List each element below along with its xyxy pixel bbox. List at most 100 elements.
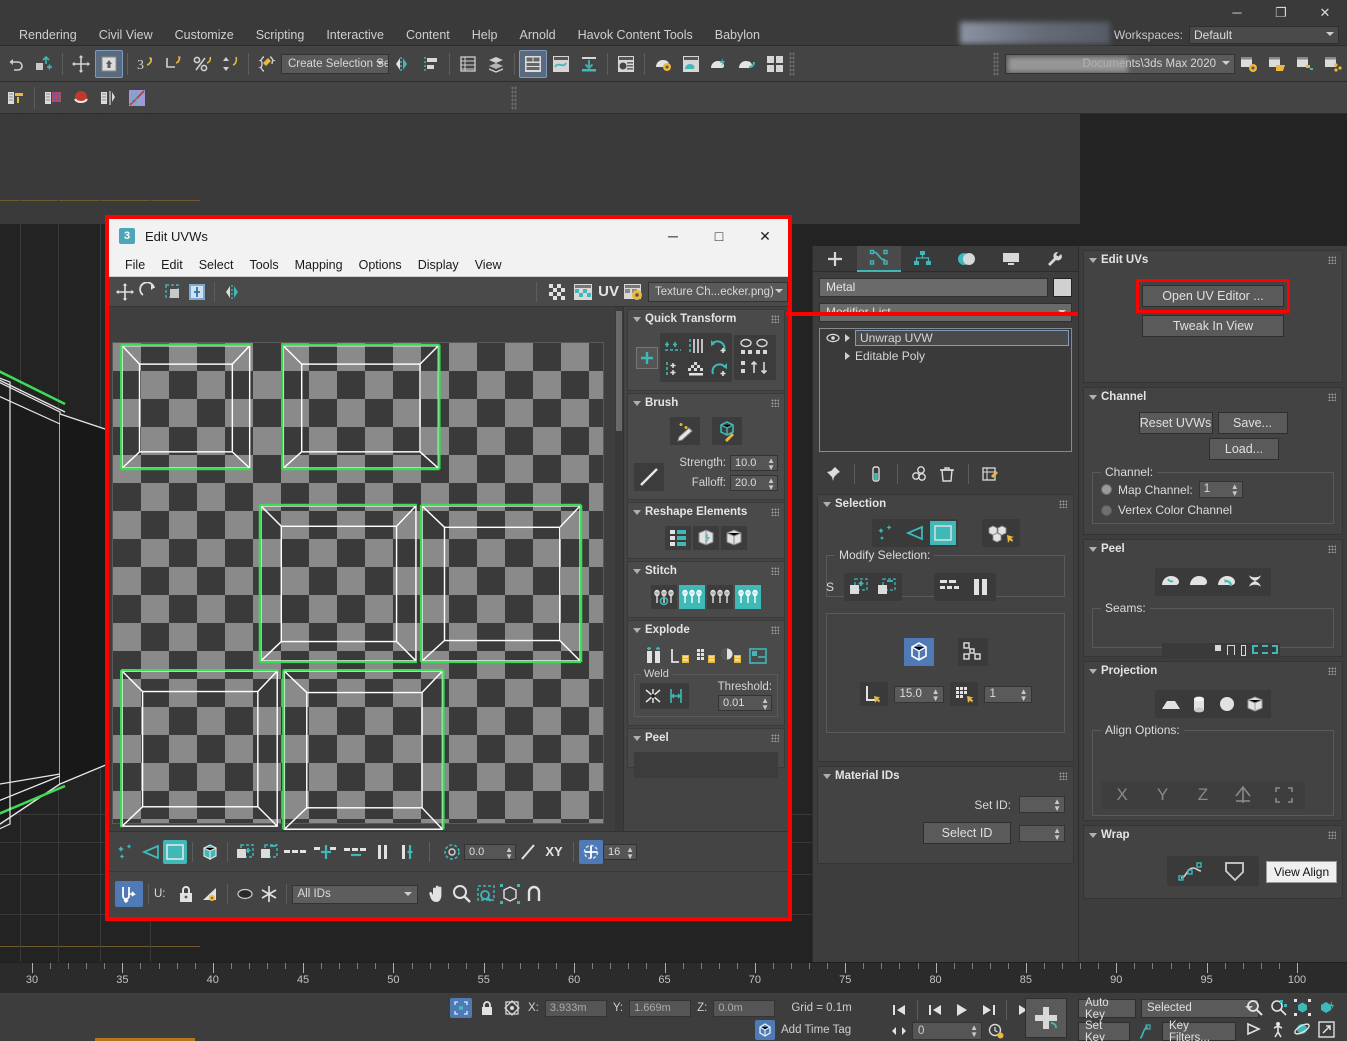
save-button[interactable]: Save... (1218, 412, 1288, 434)
visibility-eye-icon[interactable] (826, 333, 840, 343)
menu-content[interactable]: Content (395, 24, 461, 46)
scene-explorer-icon[interactable] (482, 50, 510, 78)
map-channel-radio[interactable] (1101, 484, 1112, 495)
qt-align-h2-icon[interactable] (662, 358, 684, 380)
qt-center-icon[interactable] (636, 347, 658, 369)
slash-tool-icon[interactable] (516, 840, 540, 864)
stitch-source-icon[interactable] (707, 585, 733, 609)
qt-align-v-icon[interactable] (685, 335, 707, 357)
undo-icon[interactable] (2, 50, 30, 78)
loop-uv-icon[interactable] (281, 840, 311, 864)
qt-rotate-ccw-icon[interactable] (708, 335, 730, 357)
relax-quick-icon[interactable] (693, 526, 719, 550)
stitch-selected-icon[interactable] (679, 585, 705, 609)
toolbar-grip[interactable] (511, 86, 517, 110)
uvw-menu-display[interactable]: Display (410, 253, 467, 277)
render-production-icon[interactable] (705, 50, 733, 78)
key-tangent-icon[interactable] (1135, 1022, 1157, 1041)
select-and-link-icon[interactable] (30, 50, 58, 78)
rollout-brush[interactable]: Brush (627, 393, 785, 500)
toolbar-grip[interactable] (993, 52, 999, 76)
rotate-tool-icon[interactable] (137, 280, 161, 304)
threshold-spinner[interactable]: 0.01 ▲▼ (718, 695, 772, 711)
face-subobject-icon[interactable] (163, 840, 187, 864)
percent-snap-icon[interactable] (188, 50, 216, 78)
zoom-viewport-icon[interactable] (1243, 997, 1265, 1017)
measure-tape-icon[interactable] (2, 84, 30, 112)
pin-stack-icon[interactable] (821, 462, 845, 486)
mirror-material-icon[interactable] (95, 84, 123, 112)
freeform-mode-icon[interactable] (161, 280, 185, 304)
align-icon[interactable] (417, 50, 445, 78)
align-x-button[interactable]: X (1109, 783, 1135, 807)
stitch-custom-icon[interactable] (651, 585, 677, 609)
menu-havok-content-tools[interactable]: Havok Content Tools (567, 24, 704, 46)
x-coordinate-field[interactable]: 3.933m (545, 1000, 607, 1017)
qt-align-h-icon[interactable] (662, 335, 684, 357)
qt-rotate-cw-icon[interactable] (708, 358, 730, 380)
rollout-header[interactable]: Quick Transform (628, 310, 784, 328)
rollout-projection[interactable]: Projection (1083, 661, 1343, 821)
rollout-selection[interactable]: Selection (817, 494, 1074, 762)
new-project-icon[interactable] (1291, 50, 1319, 78)
zoom-icon[interactable] (450, 882, 474, 906)
tab-modify[interactable] (857, 246, 901, 272)
modifier-stack-item-unwrap-uvw[interactable]: Unwrap UVW (820, 329, 1071, 347)
break-angle-icon[interactable] (668, 644, 693, 668)
map-options-icon[interactable] (622, 280, 646, 304)
y-coordinate-field[interactable]: 1.669m (629, 1000, 691, 1017)
spline-wrap-icon[interactable] (1176, 858, 1206, 884)
import-icon[interactable] (575, 50, 603, 78)
tab-hierarchy[interactable] (901, 246, 945, 272)
select-rotate-icon[interactable]: 3 (132, 50, 160, 78)
face-mode-icon[interactable] (930, 521, 956, 545)
straighten-icon[interactable] (665, 526, 691, 550)
align-z-button[interactable]: Z (1190, 783, 1216, 807)
paint-move-brush-icon[interactable] (670, 417, 700, 445)
auto-key-button[interactable]: Auto Key (1078, 999, 1136, 1018)
vertex-mode-icon[interactable] (874, 521, 900, 545)
weld-threshold-icon[interactable] (665, 685, 687, 707)
best-align-icon[interactable] (1230, 783, 1256, 807)
rollout-reshape-elements[interactable]: Reshape Elements (627, 502, 785, 559)
seam-edge-icon[interactable] (1227, 645, 1235, 655)
qt-flip-v-icon[interactable] (736, 358, 774, 378)
planar-map-icon[interactable] (1158, 692, 1184, 716)
spherical-map-icon[interactable] (1214, 692, 1240, 716)
hide-icon[interactable] (233, 882, 257, 906)
uv-canvas-scrollbar[interactable] (615, 307, 623, 831)
zoom-extents-all-icon[interactable] (1315, 997, 1337, 1017)
zoom-all-icon[interactable] (1267, 997, 1289, 1017)
rollout-stitch[interactable]: Stitch (627, 561, 785, 618)
texture-map-combo[interactable]: Texture Ch...ecker.png) (648, 282, 788, 302)
menu-civil-view[interactable]: Civil View (88, 24, 164, 46)
weld-selected-icon[interactable] (642, 685, 664, 707)
menu-arnold[interactable]: Arnold (509, 24, 567, 46)
filter-selected-faces-icon[interactable] (198, 882, 222, 906)
layer-manager-icon[interactable] (454, 50, 482, 78)
uvw-menu-view[interactable]: View (467, 253, 510, 277)
menu-help[interactable]: Help (461, 24, 509, 46)
freeze-icon[interactable] (257, 882, 281, 906)
select-id-spinner[interactable]: ▲▼ (1019, 825, 1065, 842)
pan-icon[interactable] (426, 882, 450, 906)
project-folder-icon[interactable] (1319, 50, 1347, 78)
lock-selection-icon[interactable] (478, 998, 496, 1018)
object-color-swatch[interactable] (1053, 278, 1072, 297)
spinner-arrows-icon[interactable]: ▲▼ (1020, 688, 1028, 702)
edge-mode-icon[interactable] (902, 521, 928, 545)
loop-uv-grow-icon[interactable] (311, 840, 341, 864)
menu-babylon[interactable]: Babylon (704, 24, 771, 46)
select-move-icon[interactable] (67, 50, 95, 78)
rollout-header[interactable]: Peel (628, 729, 784, 747)
select-scale-icon[interactable] (160, 50, 188, 78)
break-icon[interactable] (642, 644, 667, 668)
material-editor-icon[interactable] (612, 50, 640, 78)
spinner-arrows-icon[interactable]: ▲▼ (1053, 798, 1061, 812)
render-iterative-icon[interactable] (733, 50, 761, 78)
angle-spinner[interactable]: 0.0 ▲▼ (464, 844, 516, 860)
previous-frame-icon[interactable] (923, 998, 947, 1022)
snap-magnet-icon[interactable] (522, 882, 546, 906)
orbit-icon[interactable] (1291, 1019, 1313, 1039)
seam-point-icon[interactable] (1215, 645, 1221, 651)
